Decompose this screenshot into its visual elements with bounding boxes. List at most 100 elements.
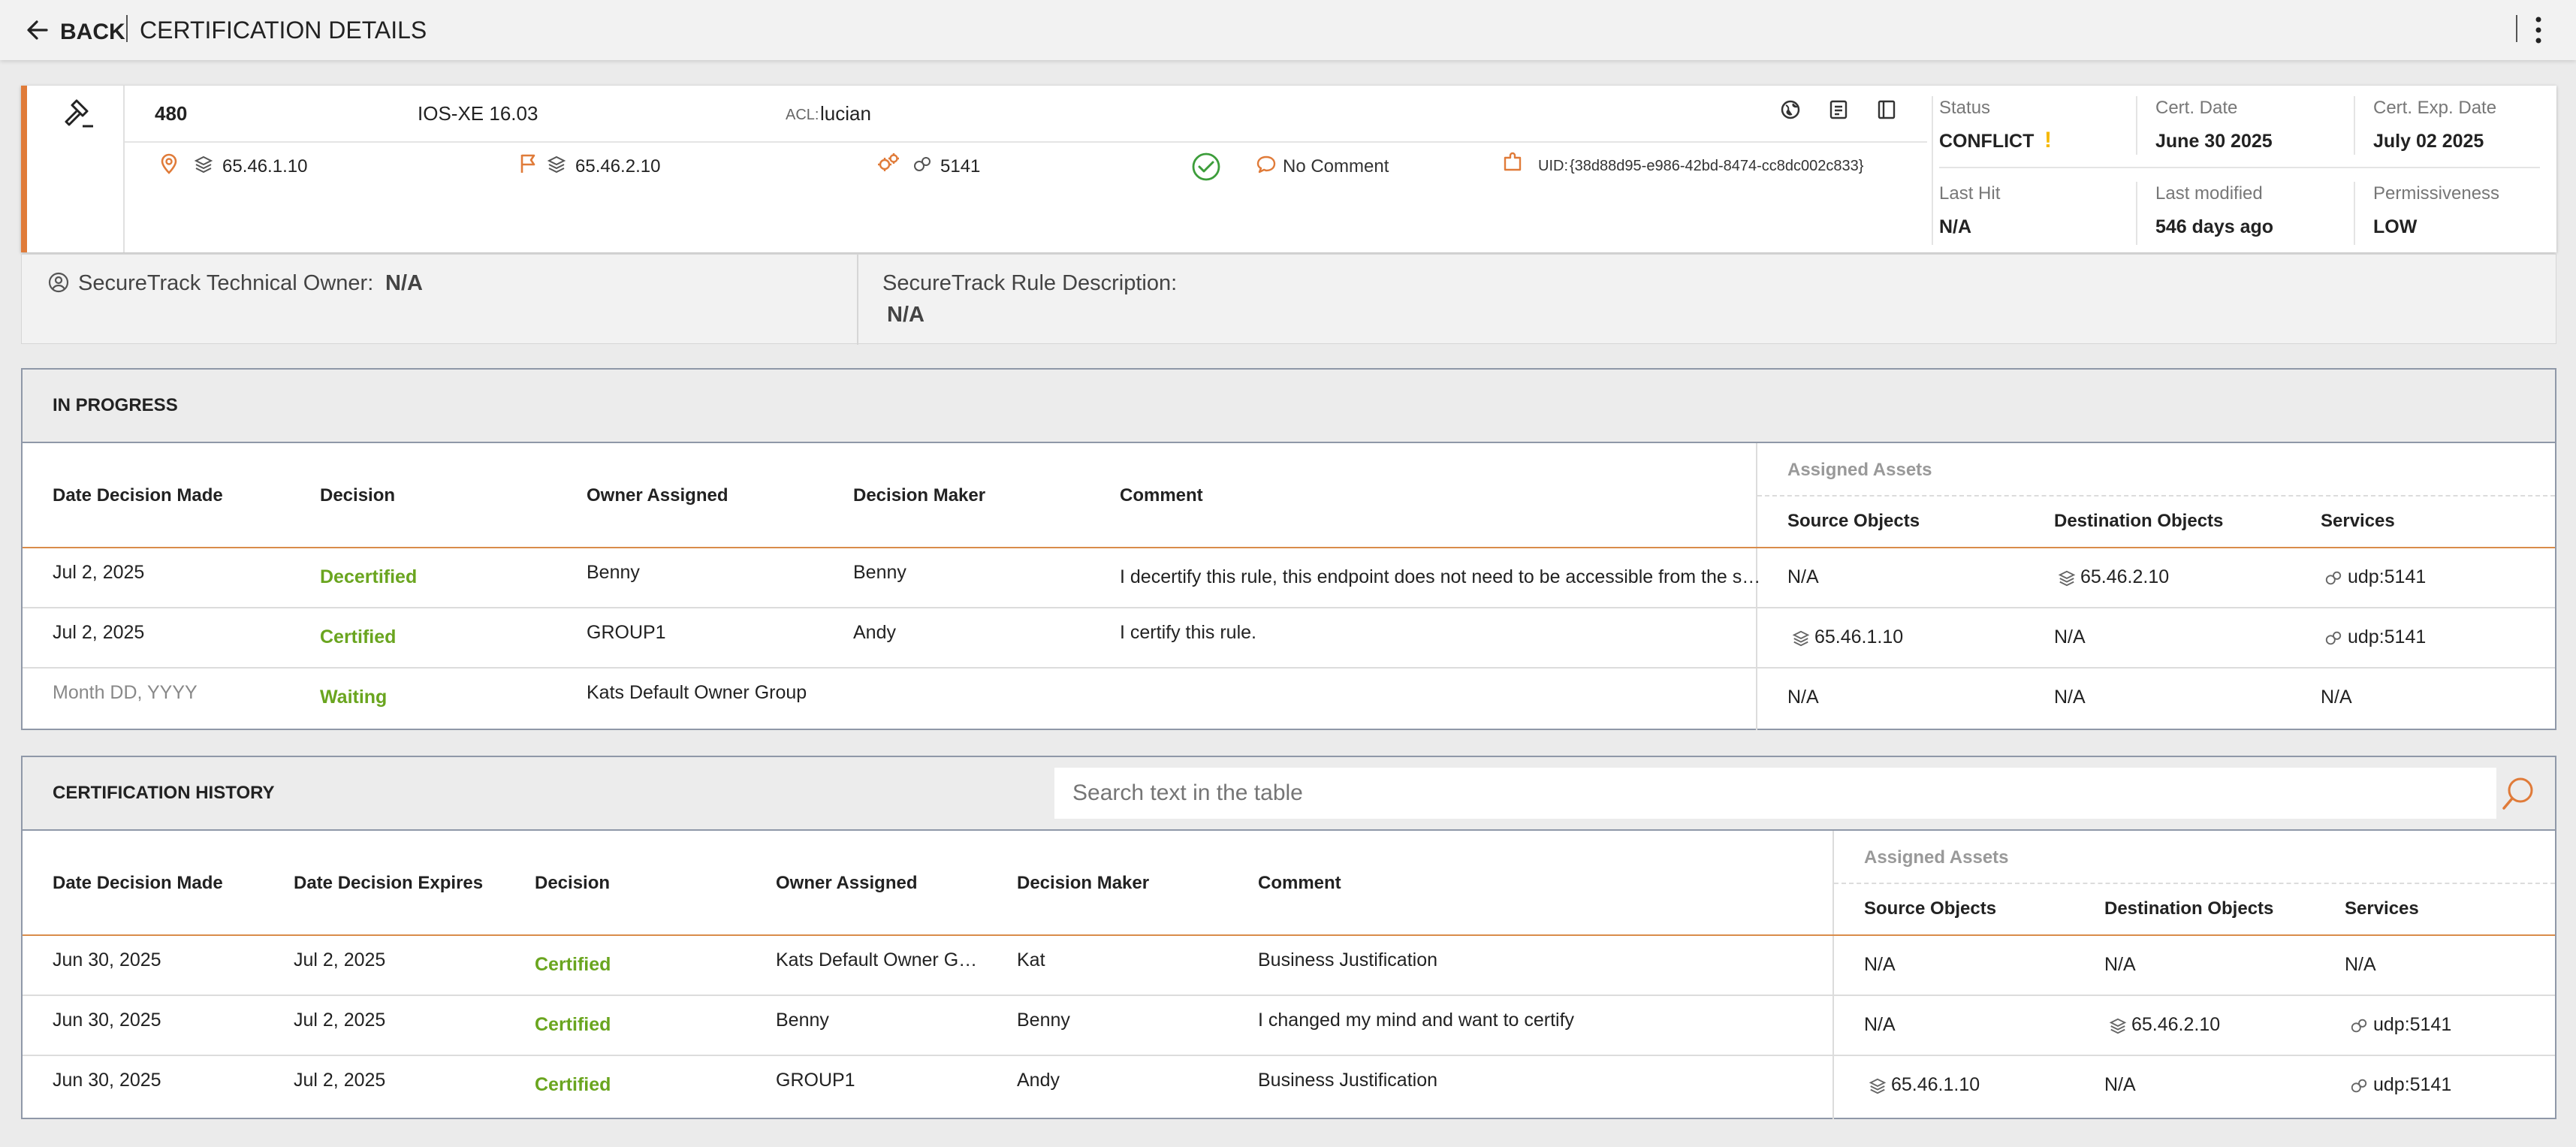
divider <box>1757 495 2555 497</box>
divider <box>2354 96 2355 155</box>
col-header-date[interactable]: Date Decision Made <box>53 873 223 894</box>
warning-mark: ! <box>2044 128 2052 152</box>
layers-icon <box>1792 630 1810 647</box>
service-icon <box>2325 631 2342 645</box>
cell-services: N/A <box>2345 954 2376 975</box>
acl-value: lucian <box>820 102 871 125</box>
cell-destination: 65.46.2.10 <box>2080 566 2170 587</box>
col-header-maker[interactable]: Decision Maker <box>1017 873 1149 894</box>
permissiveness-label: Permissiveness <box>2373 183 2500 204</box>
panel-header: CERTIFICATION HISTORY <box>23 757 2555 831</box>
col-header-comment[interactable]: Comment <box>1120 485 1203 506</box>
puzzle-icon <box>1502 152 1525 174</box>
policy-button[interactable] <box>1828 99 1851 120</box>
cell-decision: Decertified <box>320 566 418 587</box>
col-header-destination[interactable]: Destination Objects <box>2054 511 2223 532</box>
table-row[interactable]: Jul 2, 2025 Decertified Benny Benny I de… <box>23 548 2555 607</box>
col-header-comment[interactable]: Comment <box>1258 873 1341 894</box>
cell-services: udp:5141 <box>2373 1074 2452 1095</box>
service-port: 5141 <box>940 156 981 177</box>
flag-icon <box>518 152 539 174</box>
panel-title: IN PROGRESS <box>53 395 178 415</box>
arrow-left-icon <box>27 20 48 40</box>
rule-os: IOS-XE 16.03 <box>418 102 538 125</box>
divider <box>2516 15 2517 42</box>
table-row[interactable]: Jul 2, 2025 Certified GROUP1 Andy I cert… <box>23 608 2555 667</box>
cell-source: 65.46.1.10 <box>1814 626 1904 647</box>
cell-comment: I changed my mind and want to certify <box>1258 1010 1575 1031</box>
cell-date: Jun 30, 2025 <box>53 949 161 970</box>
assigned-assets-label: Assigned Assets <box>1787 460 1932 480</box>
rule-desc-label: SecureTrack Rule Description: <box>882 271 1178 295</box>
document-icon <box>1829 100 1848 119</box>
service-icon <box>2351 1019 2367 1033</box>
divider <box>126 15 128 42</box>
cell-maker: Benny <box>853 562 906 583</box>
col-header-decision[interactable]: Decision <box>320 485 395 506</box>
cell-decision: Waiting <box>320 687 388 708</box>
rule-card: 480 IOS-XE 16.03 ACL: lucian 65.46.1.10 … <box>21 86 2556 252</box>
col-header-services[interactable]: Services <box>2321 511 2395 532</box>
rule-desc-value: N/A <box>887 303 925 327</box>
col-header-services[interactable]: Services <box>2345 898 2419 919</box>
col-header-date[interactable]: Date Decision Made <box>53 485 223 506</box>
search-button[interactable] <box>2498 774 2543 814</box>
cell-maker: Andy <box>1017 1070 1060 1091</box>
last-modified-label: Last modified <box>2155 183 2263 204</box>
cell-maker: Kat <box>1017 949 1045 970</box>
gears-icon <box>876 152 901 174</box>
cell-owner: Kats Default Owner Group <box>587 682 807 703</box>
cell-source: N/A <box>1864 1014 1896 1035</box>
cell-owner: GROUP1 <box>776 1070 855 1091</box>
cell-decision: Certified <box>535 1074 611 1095</box>
book-button[interactable] <box>1876 99 1897 120</box>
search-input[interactable] <box>1054 768 2496 819</box>
table-row[interactable]: Jun 30, 2025 Jul 2, 2025 Certified GROUP… <box>23 1056 2555 1116</box>
location-pin-icon <box>159 152 179 174</box>
source-address: 65.46.1.10 <box>222 156 308 177</box>
globe-button[interactable] <box>1780 99 1801 120</box>
last-hit-label: Last Hit <box>1939 183 2001 204</box>
check-circle-icon <box>1191 152 1221 182</box>
col-header-decision[interactable]: Decision <box>535 873 610 894</box>
layers-icon <box>547 155 566 174</box>
divider <box>1834 883 2555 884</box>
col-header-source[interactable]: Source Objects <box>1787 511 1920 532</box>
back-label: BACK <box>60 20 125 44</box>
col-header-source[interactable]: Source Objects <box>1864 898 1996 919</box>
col-header-maker[interactable]: Decision Maker <box>853 485 985 506</box>
cell-comment: I certify this rule. <box>1120 622 1256 643</box>
col-header-owner[interactable]: Owner Assigned <box>776 873 917 894</box>
status-label: Status <box>1939 98 1991 118</box>
cell-date: Jun 30, 2025 <box>53 1070 161 1091</box>
cell-comment: Business Justification <box>1258 1070 1438 1091</box>
col-header-owner[interactable]: Owner Assigned <box>587 485 728 506</box>
cell-expires: Jul 2, 2025 <box>294 1010 386 1031</box>
cell-date: Month DD, YYYY <box>53 682 198 703</box>
table-row[interactable]: Month DD, YYYY Waiting Kats Default Owne… <box>23 669 2555 729</box>
page-title: CERTIFICATION DETAILS <box>140 17 427 44</box>
cert-date-value: June 30 2025 <box>2155 131 2273 152</box>
col-header-destination[interactable]: Destination Objects <box>2104 898 2273 919</box>
divider <box>2136 96 2137 155</box>
acl-prefix: ACL: <box>786 107 819 123</box>
user-circle-icon <box>47 271 70 294</box>
cell-maker: Benny <box>1017 1010 1070 1031</box>
uid-label: UID: <box>1538 158 1568 174</box>
cell-services: udp:5141 <box>2348 626 2427 647</box>
layers-icon <box>2109 1018 2127 1034</box>
cell-expires: Jul 2, 2025 <box>294 1070 386 1091</box>
cell-services: N/A <box>2321 687 2352 708</box>
panel-header: IN PROGRESS <box>23 370 2555 443</box>
back-button[interactable]: BACK <box>24 17 125 44</box>
status-value: CONFLICT <box>1939 131 2035 152</box>
cell-destination: N/A <box>2104 1074 2136 1095</box>
table-row[interactable]: Jun 30, 2025 Jul 2, 2025 Certified Kats … <box>23 936 2555 995</box>
table-row[interactable]: Jun 30, 2025 Jul 2, 2025 Certified Benny… <box>23 996 2555 1055</box>
more-menu-button[interactable] <box>2529 14 2547 47</box>
tech-owner-value: N/A <box>385 271 423 295</box>
rule-number: 480 <box>155 102 188 125</box>
col-header-expires[interactable]: Date Decision Expires <box>294 873 483 894</box>
layers-icon <box>194 155 213 174</box>
cell-source: N/A <box>1787 687 1819 708</box>
